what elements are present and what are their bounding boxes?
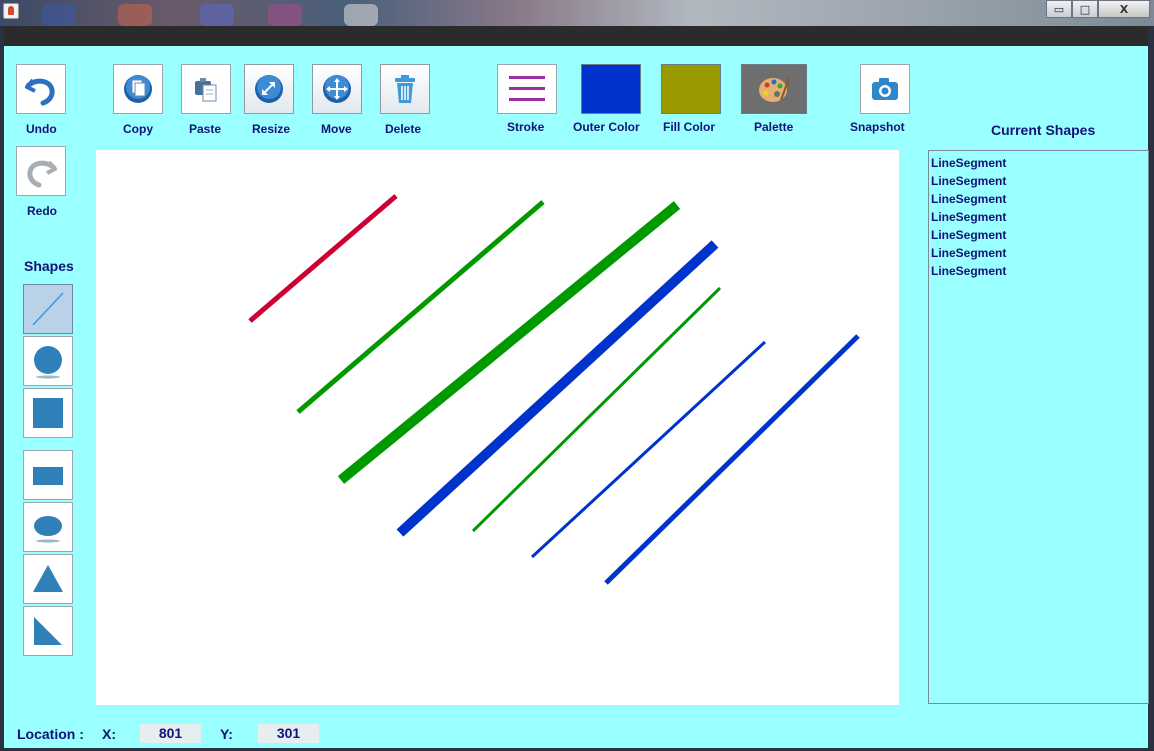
stroke-label: Stroke [507, 120, 545, 134]
line-icon [32, 292, 64, 326]
triangle-icon [33, 565, 63, 592]
circle-tool-button[interactable] [23, 336, 73, 386]
line-segment[interactable] [248, 194, 398, 323]
maximize-button[interactable]: □ [1072, 0, 1098, 18]
snapshot-button[interactable] [860, 64, 910, 114]
palette-icon [759, 77, 790, 102]
move-button[interactable] [312, 64, 362, 114]
app-window: ▭ □ X Undo Redo Copy Paste Resize Move D… [0, 0, 1154, 751]
ellipse-tool-button[interactable] [23, 502, 73, 552]
stroke-icon [509, 76, 545, 101]
paste-icon [195, 78, 217, 102]
canvas-drawing [248, 194, 860, 585]
title-bar: ▭ □ X [0, 0, 1154, 26]
redo-label: Redo [27, 204, 57, 218]
list-item[interactable]: LineSegment [929, 154, 1148, 172]
client-area: Undo Redo Copy Paste Resize Move Delete … [4, 46, 1149, 748]
current-shapes-list[interactable]: LineSegment LineSegment LineSegment Line… [928, 150, 1149, 704]
snapshot-label: Snapshot [850, 120, 905, 134]
status-bar: Location : X: 801 Y: 301 [4, 722, 1148, 746]
list-item[interactable]: LineSegment [929, 172, 1148, 190]
rectangle-icon [33, 467, 63, 485]
copy-icon [124, 75, 152, 103]
move-icon [323, 75, 351, 103]
circle-icon [34, 346, 62, 379]
outer-color-swatch[interactable] [581, 64, 641, 114]
menu-bar [4, 26, 1148, 46]
line-segment[interactable] [471, 286, 722, 533]
current-shapes-title: Current Shapes [991, 122, 1096, 138]
undo-button[interactable] [16, 64, 66, 114]
java-app-icon[interactable] [3, 3, 19, 19]
paste-label: Paste [189, 122, 222, 136]
drawing-canvas[interactable] [96, 150, 899, 705]
move-label: Move [321, 122, 352, 136]
paste-button[interactable] [181, 64, 231, 114]
y-coordinate-value: 301 [258, 724, 319, 743]
list-item[interactable]: LineSegment [929, 226, 1148, 244]
resize-button[interactable] [244, 64, 294, 114]
fill-color-label: Fill Color [663, 120, 715, 134]
palette-button[interactable] [741, 64, 807, 114]
stroke-button[interactable] [497, 64, 557, 114]
list-item[interactable]: LineSegment [929, 244, 1148, 262]
list-item[interactable]: LineSegment [929, 208, 1148, 226]
trash-icon [395, 75, 415, 103]
outer-color-label: Outer Color [573, 120, 640, 134]
list-item[interactable]: LineSegment [929, 262, 1148, 280]
x-label: X: [102, 726, 116, 742]
resize-label: Resize [252, 122, 291, 136]
line-tool-button[interactable] [23, 284, 73, 334]
x-coordinate-value: 801 [140, 724, 201, 743]
redo-button[interactable] [16, 146, 66, 196]
minimize-button[interactable]: ▭ [1046, 0, 1072, 18]
palette-label: Palette [754, 120, 794, 134]
window-controls: ▭ □ X [1046, 0, 1150, 18]
resize-icon [255, 75, 283, 103]
delete-label: Delete [385, 122, 422, 136]
line-segment[interactable] [296, 200, 545, 414]
undo-icon [25, 78, 55, 106]
right-triangle-tool-button[interactable] [23, 606, 73, 656]
delete-button[interactable] [380, 64, 430, 114]
y-label: Y: [220, 726, 233, 742]
redo-icon [27, 160, 57, 188]
triangle-tool-button[interactable] [23, 554, 73, 604]
copy-label: Copy [123, 122, 153, 136]
location-label: Location : [17, 726, 84, 742]
square-icon [33, 398, 63, 428]
square-tool-button[interactable] [23, 388, 73, 438]
fill-color-swatch[interactable] [661, 64, 721, 114]
right-triangle-icon [34, 617, 62, 645]
ellipse-icon [34, 516, 62, 543]
camera-icon [872, 78, 898, 100]
copy-button[interactable] [113, 64, 163, 114]
list-item[interactable]: LineSegment [929, 190, 1148, 208]
shapes-panel-title: Shapes [24, 258, 74, 274]
undo-label: Undo [26, 122, 57, 136]
rectangle-tool-button[interactable] [23, 450, 73, 500]
close-button[interactable]: X [1098, 0, 1150, 18]
